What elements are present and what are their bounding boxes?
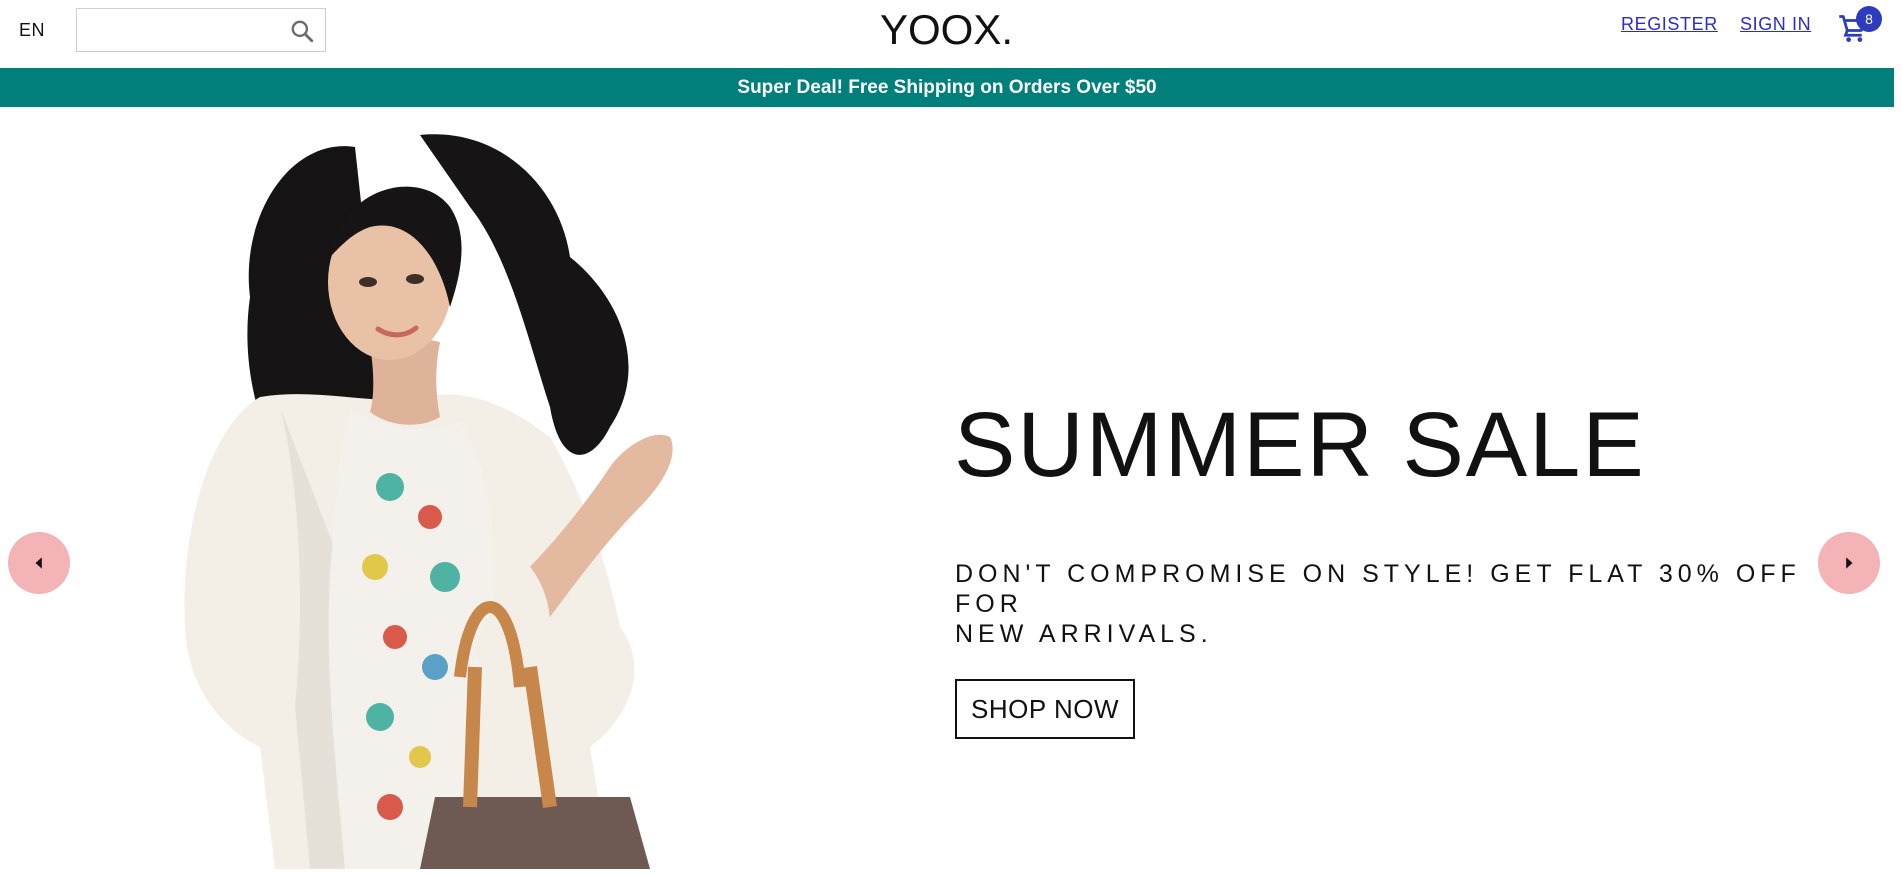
hero-headline: SUMMER SALE bbox=[954, 394, 1646, 496]
promo-banner: Super Deal! Free Shipping on Orders Over… bbox=[0, 68, 1894, 107]
brand-logo[interactable]: YOOX. bbox=[880, 6, 1013, 54]
hero-model-image bbox=[184, 134, 673, 869]
search-icon[interactable] bbox=[289, 18, 315, 44]
chevron-right-icon bbox=[1846, 557, 1853, 569]
language-selector[interactable]: EN bbox=[19, 20, 45, 41]
hero-carousel: SUMMER SALE DON'T COMPROMISE ON STYLE! G… bbox=[0, 107, 1894, 869]
carousel-prev-button[interactable] bbox=[8, 532, 70, 594]
cart-count-badge: 8 bbox=[1856, 6, 1882, 32]
chevron-left-icon bbox=[35, 557, 42, 569]
register-link[interactable]: REGISTER bbox=[1621, 14, 1718, 35]
search-input[interactable] bbox=[85, 15, 275, 45]
cart-button[interactable]: 8 bbox=[1838, 6, 1886, 46]
carousel-next-button[interactable] bbox=[1818, 532, 1880, 594]
search-box[interactable] bbox=[76, 8, 326, 52]
shop-now-button[interactable]: SHOP NOW bbox=[955, 679, 1135, 739]
hero-subtext: DON'T COMPROMISE ON STYLE! GET FLAT 30% … bbox=[955, 560, 1801, 648]
top-navbar: EN YOOX. REGISTER SIGN IN 8 bbox=[0, 0, 1902, 68]
sign-in-link[interactable]: SIGN IN bbox=[1740, 14, 1811, 35]
